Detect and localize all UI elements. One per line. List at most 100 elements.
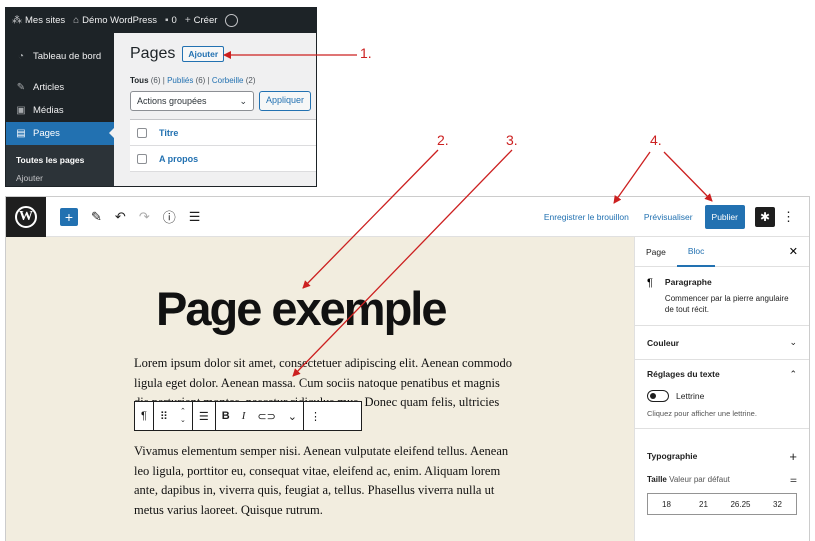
tab-page[interactable]: Page	[635, 237, 677, 267]
block-toolbar: ¶ ⠿ ⌃ ⌄ ☰ B I ⊂⊃ ⌄ ⋮	[134, 401, 362, 431]
filter-all[interactable]: Tous	[130, 76, 149, 85]
sidebar-tabs: Page Bloc ✕	[635, 237, 809, 267]
drag-icon: ⠿	[159, 410, 168, 423]
apply-button[interactable]: Appliquer	[259, 91, 312, 111]
size-option[interactable]: 18	[648, 494, 685, 514]
preview-button[interactable]: Prévisualiser	[644, 212, 693, 222]
size-option[interactable]: 32	[759, 494, 796, 514]
block-name: Paragraphe	[664, 277, 712, 287]
paragraph-block[interactable]: Vivamus elementum semper nisi. Aenean vu…	[134, 442, 514, 520]
filter-all-count: (6)	[150, 76, 161, 85]
close-icon[interactable]: ✕	[789, 245, 798, 258]
align-button[interactable]: ☰	[193, 402, 216, 430]
color-panel-toggle[interactable]: Couleur ⌄	[635, 326, 809, 360]
font-size-label: Taille	[647, 475, 667, 484]
chevron-up-icon: ⌃	[179, 408, 186, 415]
block-description: Commencer par la pierre angulaire de tou…	[664, 294, 789, 314]
block-inserter-button[interactable]: +	[60, 207, 78, 226]
chevron-up-icon: ⌃	[789, 368, 797, 379]
redo-button[interactable]: ↷	[139, 209, 150, 225]
bulk-actions-value: Actions groupées	[137, 96, 207, 106]
editor-screenshot: W + ✎ ↶ ↷ ⓘ ☰ Enregistrer le brouillon P…	[5, 196, 810, 541]
media-icon: ▣	[16, 105, 26, 116]
annotation-2: 2.	[437, 132, 449, 148]
wordpress-menu[interactable]	[225, 14, 239, 27]
comments-link[interactable]: ▪ 0	[165, 15, 177, 26]
text-settings-toggle[interactable]: Réglages du texte ⌃	[635, 360, 809, 388]
site-name-label: Démo WordPress	[82, 15, 157, 26]
sidebar-item-label: Pages	[33, 128, 60, 139]
new-content-menu[interactable]: + Créer	[185, 15, 218, 26]
row-checkbox[interactable]	[137, 153, 147, 164]
tab-block[interactable]: Bloc	[676, 237, 716, 267]
size-option[interactable]: 26.25	[722, 494, 759, 514]
size-option[interactable]: 21	[685, 494, 722, 514]
site-name-menu[interactable]: ⌂ Démo WordPress	[73, 15, 157, 26]
submenu-add-page[interactable]: Ajouter	[16, 169, 114, 186]
save-draft-button[interactable]: Enregistrer le brouillon	[544, 212, 629, 222]
bold-button[interactable]: B	[216, 402, 236, 430]
undo-icon: ↶	[114, 208, 126, 224]
sidebar-item-label: Tableau de bord	[33, 51, 102, 62]
filter-trash[interactable]: Corbeille	[212, 76, 244, 85]
wordpress-logo[interactable]: W	[6, 197, 46, 237]
annotation-1: 1.	[360, 45, 372, 61]
filter-published[interactable]: Publiés	[167, 76, 193, 85]
comments-count: 0	[171, 15, 177, 26]
italic-button[interactable]: I	[236, 402, 252, 430]
font-size-picker: 18 21 26.25 32	[647, 493, 797, 515]
table-header: Titre	[130, 120, 316, 146]
page-title: Pages	[130, 45, 176, 62]
block-card: ¶ Paragraphe Commencer par la pierre ang…	[635, 267, 809, 326]
more-vertical-icon: ⋮	[782, 208, 795, 224]
table-row: A propos	[130, 146, 316, 172]
block-mover[interactable]: ⌃ ⌄	[174, 402, 193, 430]
select-all-checkbox[interactable]	[137, 127, 147, 138]
link-button[interactable]: ⊂⊃	[251, 402, 281, 430]
sidebar-item-label: Médias	[33, 105, 64, 116]
annotation-4: 4.	[650, 132, 662, 148]
font-size-value: Valeur par défaut	[669, 475, 730, 484]
list-view-button[interactable]: ☰	[189, 209, 201, 225]
more-vertical-icon: ⋮	[310, 410, 322, 423]
home-icon: ⌂	[73, 15, 80, 26]
undo-button[interactable]: ↶	[115, 209, 126, 225]
sidebar-item-pages[interactable]: ▤ Pages	[6, 122, 115, 145]
plus-icon: +	[184, 15, 191, 26]
my-sites-menu[interactable]: ⁂ Mes sites	[12, 15, 65, 26]
block-options-button[interactable]: ⋮	[304, 402, 327, 430]
plus-icon[interactable]: +	[789, 449, 797, 464]
typography-title: Typographie	[647, 451, 698, 461]
publish-button[interactable]: Publier	[704, 204, 745, 229]
options-button[interactable]: ⋮	[782, 209, 795, 225]
add-page-button[interactable]: Ajouter	[182, 46, 225, 62]
details-button[interactable]: ⓘ	[163, 207, 176, 226]
custom-size-icon[interactable]: ⚌	[790, 475, 797, 484]
my-sites-label: Mes sites	[25, 15, 66, 26]
sidebar-item-articles[interactable]: ✎ Articles	[6, 76, 114, 99]
drop-cap-toggle[interactable]	[647, 390, 669, 402]
more-rich-text-button[interactable]: ⌄	[282, 402, 305, 430]
post-title[interactable]: Page exemple	[156, 281, 448, 336]
editor-canvas: Page exemple Lorem ipsum dolor sit amet,…	[6, 237, 634, 541]
chevron-down-icon: ⌄	[239, 95, 247, 106]
dashboard-icon: ◔	[17, 51, 25, 62]
drag-handle[interactable]: ⠿	[154, 402, 174, 430]
settings-sidebar: Page Bloc ✕ ¶ Paragraphe Commencer par l…	[634, 237, 809, 541]
wordpress-icon: W	[15, 205, 37, 228]
admin-screenshot: ⁂ Mes sites ⌂ Démo WordPress ▪ 0 + Créer ◔ Ta…	[5, 7, 317, 187]
sidebar-item-dashboard[interactable]: ◔ Tableau de bord	[6, 45, 114, 68]
tools-button[interactable]: ✎	[91, 209, 102, 225]
info-icon: ⓘ	[162, 210, 176, 225]
filter-published-count: (6)	[195, 76, 206, 85]
text-settings-title: Réglages du texte	[647, 369, 720, 379]
sidebar-item-media[interactable]: ▣ Médias	[6, 99, 114, 122]
bulk-actions-select[interactable]: Actions groupées ⌄	[130, 91, 254, 111]
submenu-all-pages[interactable]: Toutes les pages	[16, 151, 114, 169]
comment-icon: ▪	[164, 15, 169, 26]
row-title-link[interactable]: A propos	[159, 154, 198, 164]
block-type-button[interactable]: ¶	[135, 402, 154, 430]
wordpress-icon	[225, 14, 239, 27]
column-title[interactable]: Titre	[159, 128, 178, 138]
settings-button[interactable]: ✱	[755, 206, 775, 227]
